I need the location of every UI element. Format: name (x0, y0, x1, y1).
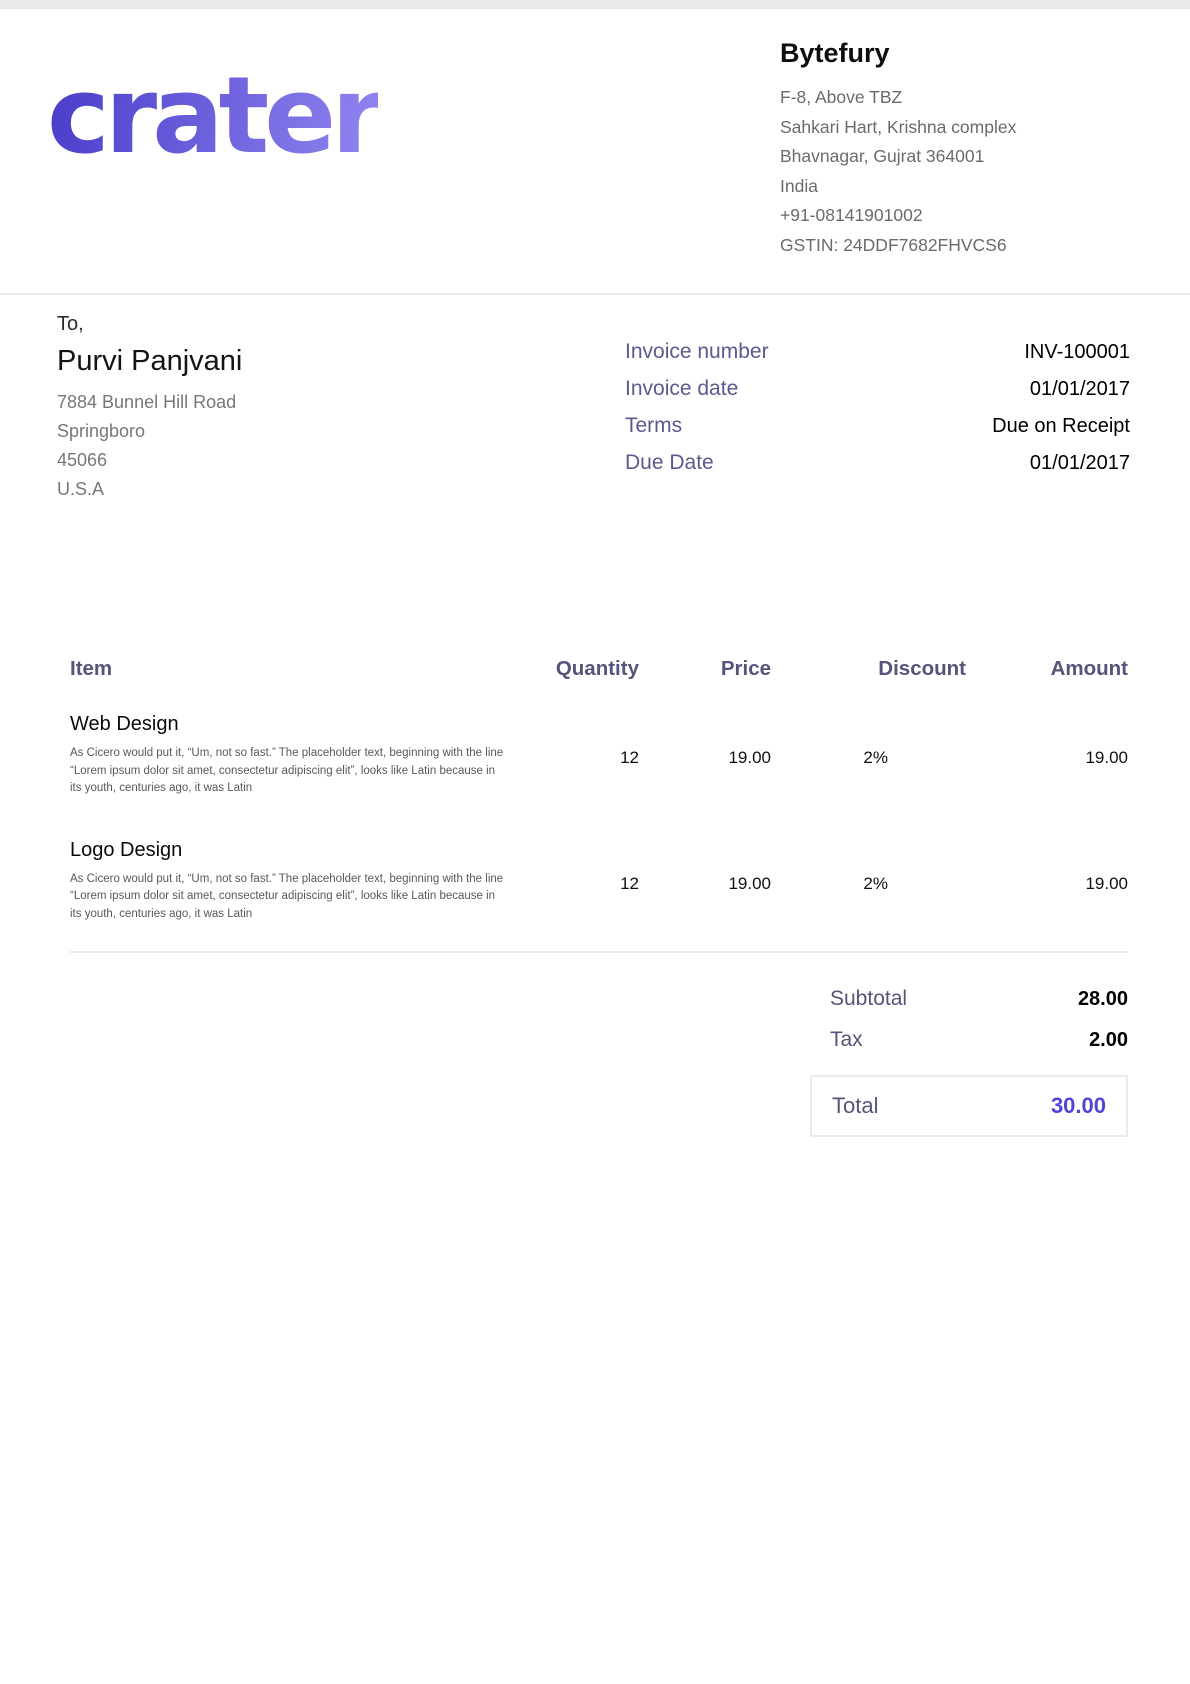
item-name: Web Design (70, 713, 524, 736)
company-phone: +91-08141901002 (780, 201, 1062, 231)
column-header-amount: Amount (966, 657, 1128, 681)
terms-value: Due on Receipt (992, 415, 1130, 438)
billing-section: To, Purvi Panjvani 7884 Bunnel Hill Road… (0, 295, 1190, 504)
item-amount: 19.00 (966, 702, 1128, 798)
subtotal-label: Subtotal (830, 987, 907, 1011)
table-bottom-divider (70, 951, 1128, 953)
items-table: Item Quantity Price Discount Amount Web … (70, 657, 1128, 953)
table-row: Logo Design As Cicero would put it, “Um,… (70, 828, 1128, 924)
tax-label: Tax (830, 1028, 863, 1052)
due-date-label: Due Date (625, 451, 714, 475)
item-description: As Cicero would put it, “Um, not so fast… (70, 871, 507, 924)
invoice-number-label: Invoice number (625, 340, 769, 364)
crater-logo: crater (47, 58, 378, 175)
item-quantity: 12 (524, 702, 639, 798)
subtotal-value: 28.00 (1078, 988, 1128, 1011)
total-box: Total 30.00 (810, 1075, 1128, 1137)
item-price: 19.00 (639, 828, 771, 924)
item-name: Logo Design (70, 839, 524, 862)
customer-address-line: U.S.A (57, 475, 242, 504)
item-quantity: 12 (524, 828, 639, 924)
invoice-number-row: Invoice number INV-100001 (625, 340, 1130, 364)
column-header-discount: Discount (771, 657, 966, 681)
invoice-date-row: Invoice date 01/01/2017 (625, 377, 1130, 401)
page-top-edge (0, 0, 1190, 9)
customer-address-line: 7884 Bunnel Hill Road (57, 388, 242, 417)
column-header-item: Item (70, 657, 524, 681)
bill-to-label: To, (57, 313, 242, 336)
total-value: 30.00 (1051, 1093, 1106, 1119)
item-cell: Web Design As Cicero would put it, “Um, … (70, 702, 524, 798)
customer-name: Purvi Panjvani (57, 345, 242, 378)
column-header-price: Price (639, 657, 771, 681)
due-date-value: 01/01/2017 (1030, 452, 1130, 475)
invoice-date-value: 01/01/2017 (1030, 378, 1130, 401)
company-info: Bytefury F-8, Above TBZ Sahkari Hart, Kr… (780, 38, 1062, 260)
item-amount: 19.00 (966, 828, 1128, 924)
table-row: Web Design As Cicero would put it, “Um, … (70, 702, 1128, 798)
bill-to-block: To, Purvi Panjvani 7884 Bunnel Hill Road… (57, 313, 242, 504)
item-cell: Logo Design As Cicero would put it, “Um,… (70, 828, 524, 924)
terms-row: Terms Due on Receipt (625, 414, 1130, 438)
total-label: Total (832, 1093, 878, 1119)
company-gstin: GSTIN: 24DDF7682FHVCS6 (780, 231, 1062, 261)
item-price: 19.00 (639, 702, 771, 798)
item-description: As Cicero would put it, “Um, not so fast… (70, 745, 507, 798)
item-discount: 2% (771, 702, 966, 798)
customer-address-line: 45066 (57, 446, 242, 475)
item-discount: 2% (771, 828, 966, 924)
invoice-header: crater Bytefury F-8, Above TBZ Sahkari H… (0, 0, 1190, 295)
company-name: Bytefury (780, 38, 1062, 69)
company-address-line: India (780, 172, 1062, 202)
invoice-meta-block: Invoice number INV-100001 Invoice date 0… (625, 313, 1130, 504)
tax-row: Tax 2.00 (810, 1028, 1128, 1052)
tax-value: 2.00 (1089, 1029, 1128, 1052)
terms-label: Terms (625, 414, 682, 438)
items-table-header: Item Quantity Price Discount Amount (70, 657, 1128, 681)
customer-address-line: Springboro (57, 417, 242, 446)
subtotal-row: Subtotal 28.00 (810, 987, 1128, 1011)
company-address-line: Bhavnagar, Gujrat 364001 (780, 142, 1062, 172)
company-address-line: Sahkari Hart, Krishna complex (780, 113, 1062, 143)
invoice-date-label: Invoice date (625, 377, 738, 401)
column-header-quantity: Quantity (524, 657, 639, 681)
company-address-line: F-8, Above TBZ (780, 83, 1062, 113)
totals-section: Subtotal 28.00 Tax 2.00 Total 30.00 (810, 987, 1128, 1137)
invoice-number-value: INV-100001 (1024, 341, 1130, 364)
due-date-row: Due Date 01/01/2017 (625, 451, 1130, 475)
